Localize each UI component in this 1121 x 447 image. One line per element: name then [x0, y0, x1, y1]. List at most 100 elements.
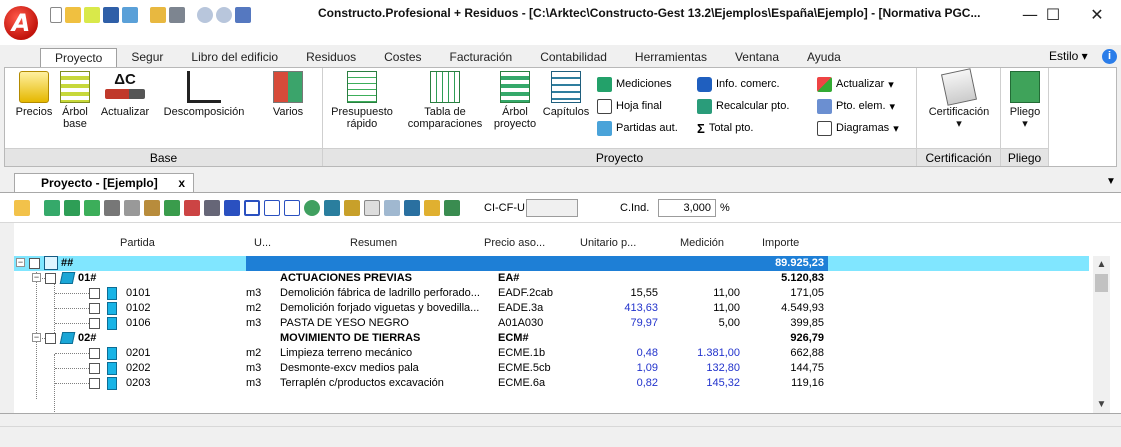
- layout-icon[interactable]: [235, 7, 251, 23]
- row-checkbox[interactable]: [45, 333, 56, 344]
- hoja-final-button[interactable]: Hoja final: [597, 96, 662, 116]
- estilo-menu[interactable]: Estilo ▾: [1049, 49, 1088, 63]
- tab-proyecto[interactable]: Proyecto: [40, 48, 118, 68]
- actualizar-dropdown[interactable]: Actualizar ▾: [817, 74, 894, 94]
- table-row[interactable]: 0201 m2 Limpieza terreno mecánico ECME.1b 0,…: [14, 346, 1089, 361]
- insert-chapter-icon[interactable]: [64, 200, 80, 216]
- new-file-icon[interactable]: [50, 7, 62, 23]
- query-icon[interactable]: [164, 200, 180, 216]
- total-pto-button[interactable]: Σ Total pto.: [697, 118, 753, 138]
- chevron-down-icon[interactable]: [141, 7, 147, 23]
- edit-icon[interactable]: [122, 7, 138, 23]
- arbol-base-button[interactable]: Árbol base: [57, 71, 93, 130]
- document-tab[interactable]: Proyecto - [Ejemplo] x: [14, 173, 194, 193]
- insert-sub-icon[interactable]: [84, 200, 100, 216]
- scroll-down-icon[interactable]: ▼: [1093, 396, 1110, 413]
- folder-icon[interactable]: [150, 7, 166, 23]
- table-row-root[interactable]: − ## 89.925,23: [14, 256, 1089, 271]
- column-header-partida[interactable]: Partida: [120, 237, 155, 249]
- collapse-icon[interactable]: −: [16, 258, 25, 267]
- chevron-down-icon[interactable]: [34, 200, 40, 216]
- app-logo-icon[interactable]: A: [4, 6, 38, 40]
- help-icon[interactable]: i: [1102, 49, 1117, 64]
- row-checkbox[interactable]: [45, 273, 56, 284]
- row-checkbox[interactable]: [89, 348, 100, 359]
- table-row[interactable]: 0102 m2 Demolición forjado viguetas y bove…: [14, 301, 1089, 316]
- capitulos-button[interactable]: Capítulos: [541, 71, 591, 118]
- scroll-thumb[interactable]: [1095, 274, 1108, 292]
- print-icon[interactable]: [169, 7, 185, 23]
- refresh-icon[interactable]: [304, 200, 320, 216]
- presupuesto-rapido-button[interactable]: Presupuesto rápido: [329, 71, 395, 130]
- tab-ayuda[interactable]: Ayuda: [793, 48, 855, 68]
- cut-icon[interactable]: [104, 200, 120, 216]
- report-icon[interactable]: [344, 200, 360, 216]
- open-folder-icon[interactable]: [65, 7, 81, 23]
- tab-ventana[interactable]: Ventana: [721, 48, 793, 68]
- column-header-precio-asociado[interactable]: Precio aso...: [484, 237, 545, 249]
- tab-libro-del-edificio[interactable]: Libro del edificio: [177, 48, 292, 68]
- table-row[interactable]: 0203 m3 Terraplén c/productos excavación EC…: [14, 376, 1089, 391]
- scroll-up-icon[interactable]: ▲: [1093, 256, 1110, 273]
- row-checkbox[interactable]: [89, 288, 100, 299]
- open-folder-icon[interactable]: [14, 200, 30, 216]
- precios-button[interactable]: Precios: [13, 71, 55, 118]
- info-comerc-button[interactable]: Info. comerc.: [697, 74, 780, 94]
- vertical-scrollbar[interactable]: ▲ ▼: [1093, 256, 1110, 413]
- save-icon[interactable]: [103, 7, 119, 23]
- recalcular-pto-button[interactable]: Recalcular pto.: [697, 96, 789, 116]
- row-checkbox[interactable]: [89, 318, 100, 329]
- chevron-down-icon[interactable]: [188, 7, 194, 23]
- varios-button[interactable]: Varios: [267, 71, 309, 118]
- tab-residuos[interactable]: Residuos: [292, 48, 370, 68]
- diagramas-dropdown[interactable]: Diagramas ▾: [817, 118, 899, 138]
- doc-icon[interactable]: [384, 200, 400, 216]
- cicfu-input[interactable]: [526, 199, 578, 217]
- certificacion-button[interactable]: Certificación ▾: [921, 68, 997, 130]
- column-header-unitario[interactable]: Unitario p...: [580, 237, 636, 249]
- tree-icon[interactable]: [84, 7, 100, 23]
- table-row[interactable]: 0106 m3 PASTA DE YESO NEGRO A01A030 79,97 5,0…: [14, 316, 1089, 331]
- collapse-icon[interactable]: −: [32, 273, 41, 282]
- column-header-importe[interactable]: Importe: [762, 237, 799, 249]
- tab-costes[interactable]: Costes: [370, 48, 435, 68]
- export-icon[interactable]: [444, 200, 460, 216]
- view-list-icon[interactable]: [224, 200, 240, 216]
- table-row-chapter[interactable]: − 02# MOVIMIENTO DE TIERRAS ECM# 926,79: [14, 331, 1089, 346]
- undo-icon[interactable]: [197, 7, 213, 23]
- insert-item-icon[interactable]: [44, 200, 60, 216]
- paste-icon[interactable]: [144, 200, 160, 216]
- column-header-medicion[interactable]: Medición: [680, 237, 724, 249]
- tab-segur[interactable]: Segur: [117, 48, 177, 68]
- calc-icon[interactable]: [364, 200, 380, 216]
- tab-facturacion[interactable]: Facturación: [436, 48, 527, 68]
- column-header-unidad[interactable]: U...: [254, 237, 271, 249]
- collapse-icon[interactable]: −: [32, 333, 41, 342]
- table-row[interactable]: 0101 m3 Demolición fábrica de ladrillo per…: [14, 286, 1089, 301]
- pto-elem-dropdown[interactable]: Pto. elem. ▾: [817, 96, 895, 116]
- partidas-aut-button[interactable]: Partidas aut.: [597, 118, 678, 138]
- blank-page-icon[interactable]: [284, 200, 300, 216]
- table-row-chapter[interactable]: − 01# ACTUACIONES PREVIAS EA# 5.120,83: [14, 271, 1089, 286]
- properties-icon[interactable]: [204, 200, 220, 216]
- page-icon[interactable]: [264, 200, 280, 216]
- cind-input[interactable]: 3,000: [658, 199, 716, 217]
- row-checkbox[interactable]: [89, 303, 100, 314]
- column-header-resumen[interactable]: Resumen: [350, 237, 397, 249]
- arbol-proyecto-button[interactable]: Árbol proyecto: [493, 71, 537, 130]
- delete-icon[interactable]: [184, 200, 200, 216]
- tabla-comparaciones-button[interactable]: Tabla de comparaciones: [399, 71, 491, 130]
- descomposicion-button[interactable]: Descomposición: [158, 71, 250, 118]
- row-checkbox[interactable]: [89, 378, 100, 389]
- redo-icon[interactable]: [216, 7, 232, 23]
- actualizar-button[interactable]: ΔC Actualizar: [95, 71, 155, 118]
- copy-icon[interactable]: [124, 200, 140, 216]
- row-checkbox[interactable]: [89, 363, 100, 374]
- view-columns-icon[interactable]: [244, 200, 260, 216]
- pliego-button[interactable]: Pliego ▾: [1003, 71, 1047, 130]
- row-checkbox[interactable]: [29, 258, 40, 269]
- customize-icon[interactable]: [254, 7, 262, 23]
- lock-icon[interactable]: [424, 200, 440, 216]
- close-button[interactable]: ✕: [1074, 0, 1120, 30]
- tab-contabilidad[interactable]: Contabilidad: [526, 48, 621, 68]
